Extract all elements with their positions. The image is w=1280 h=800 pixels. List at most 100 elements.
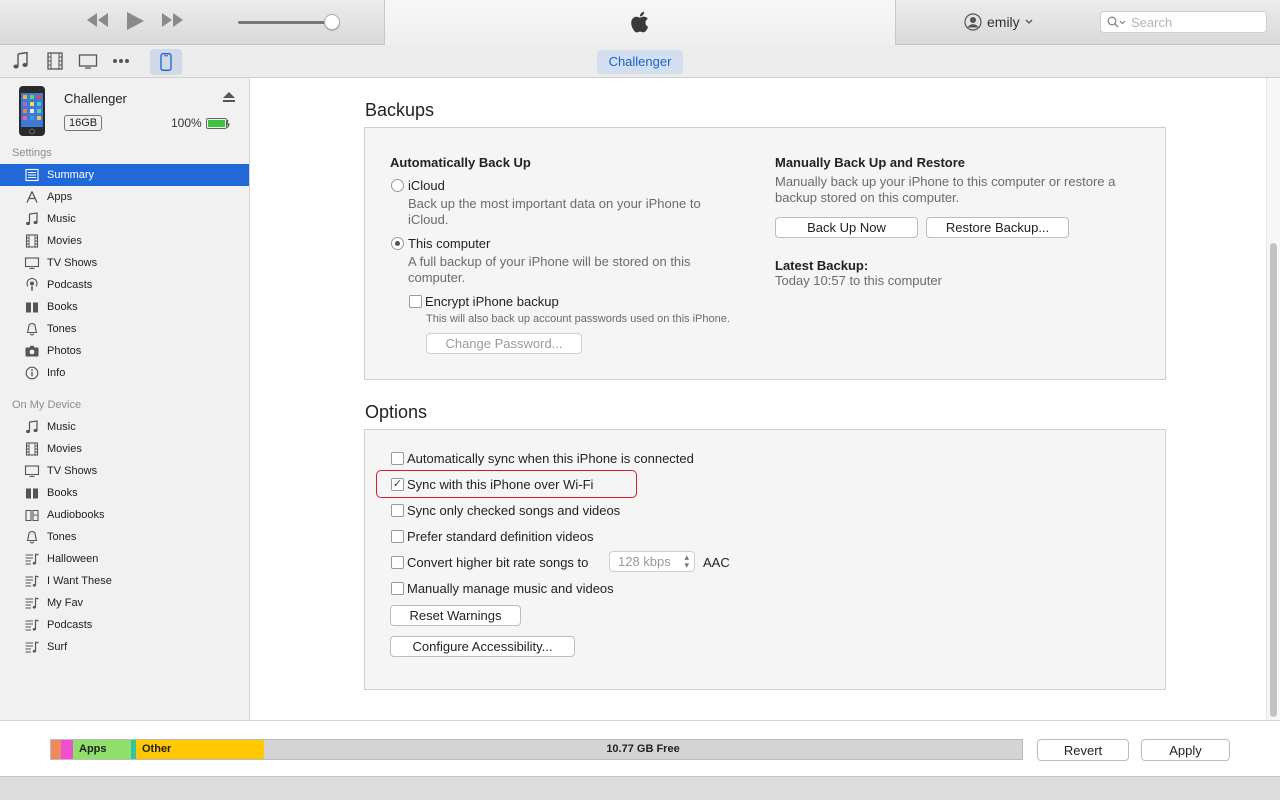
manual-manage-checkbox[interactable] <box>391 582 404 595</box>
sidebar-item-label: Movies <box>47 443 82 455</box>
standard-definition-label[interactable]: Prefer standard definition videos <box>407 529 593 544</box>
reset-warnings-button[interactable]: Reset Warnings <box>390 605 521 626</box>
scrollbar[interactable] <box>1266 78 1280 720</box>
sidebar-item-summary[interactable]: Summary <box>0 164 249 186</box>
sidebar-device-item-podcasts[interactable]: Podcasts <box>0 614 249 636</box>
sidebar-item-label: Books <box>47 487 78 499</box>
apps-segment-label: Apps <box>79 743 107 755</box>
sidebar-item-tv-shows[interactable]: TV Shows <box>0 252 249 274</box>
on-my-device-section-label: On My Device <box>12 399 82 411</box>
sidebar-device-item-movies[interactable]: Movies <box>0 438 249 460</box>
icloud-description-2: iCloud. <box>408 212 449 227</box>
encrypt-backup-description: This will also back up account passwords… <box>426 313 730 325</box>
sidebar-item-tones[interactable]: Tones <box>0 318 249 340</box>
sidebar-item-label: TV Shows <box>47 257 98 269</box>
wifi-sync-checkbox[interactable]: ✓ <box>391 478 404 491</box>
sidebar-device-item-i-want-these[interactable]: I Want These <box>0 570 249 592</box>
book-icon <box>26 488 38 499</box>
search-icon <box>1107 16 1126 28</box>
convert-bitrate-checkbox[interactable] <box>391 556 404 569</box>
icloud-label[interactable]: iCloud <box>408 178 445 193</box>
eject-icon[interactable] <box>222 91 236 103</box>
device-button[interactable] <box>150 49 182 75</box>
sidebar-device-item-halloween[interactable]: Halloween <box>0 548 249 570</box>
settings-section-label: Settings <box>12 147 52 159</box>
bitrate-format: AAC <box>703 555 730 570</box>
music-note-icon <box>26 420 38 434</box>
media-kind-bar: Challenger <box>0 45 1280 78</box>
search-box[interactable] <box>1100 11 1267 33</box>
convert-bitrate-label[interactable]: Convert higher bit rate songs to <box>407 555 588 570</box>
bitrate-value: 128 kbps <box>618 554 671 569</box>
device-tab[interactable]: Challenger <box>597 50 683 74</box>
sidebar-device-item-books[interactable]: Books <box>0 482 249 504</box>
sidebar-device-item-tones[interactable]: Tones <box>0 526 249 548</box>
encrypt-backup-label[interactable]: Encrypt iPhone backup <box>425 294 559 309</box>
device-header[interactable]: Challenger 16GB 100% <box>0 78 249 144</box>
sidebar-item-music[interactable]: Music <box>0 208 249 230</box>
standard-definition-checkbox[interactable] <box>391 530 404 543</box>
sidebar-item-label: Music <box>47 213 76 225</box>
sidebar-item-info[interactable]: Info <box>0 362 249 384</box>
rewind-icon[interactable] <box>84 11 110 33</box>
sidebar-device-item-my-fav[interactable]: My Fav <box>0 592 249 614</box>
sidebar-item-label: Tones <box>47 323 77 335</box>
sidebar-item-movies[interactable]: Movies <box>0 230 249 252</box>
volume-slider-track[interactable] <box>238 21 332 24</box>
device-name: Challenger <box>64 91 127 106</box>
latest-backup-title: Latest Backup: <box>775 258 869 273</box>
change-password-button[interactable]: Change Password... <box>426 333 582 354</box>
latest-backup-value: Today 10:57 to this computer <box>775 273 942 288</box>
checked-only-checkbox[interactable] <box>391 504 404 517</box>
audiobook-icon <box>25 509 39 522</box>
summary-icon <box>25 168 39 182</box>
restore-backup-button[interactable]: Restore Backup... <box>926 217 1069 238</box>
sidebar-device-item-surf[interactable]: Surf <box>0 636 249 658</box>
sidebar-item-label: Apps <box>47 191 73 203</box>
this-computer-label[interactable]: This computer <box>408 236 490 251</box>
tv-icon[interactable] <box>78 52 98 70</box>
bell-icon <box>26 530 38 544</box>
more-icon[interactable] <box>111 52 131 70</box>
checked-only-label[interactable]: Sync only checked songs and videos <box>407 503 620 518</box>
film-icon <box>25 234 39 248</box>
sidebar-device-item-tv-shows[interactable]: TV Shows <box>0 460 249 482</box>
footer: Apps Other 10.77 GB Free Revert Apply <box>0 720 1280 776</box>
photos-segment <box>61 740 73 759</box>
podcast-icon <box>26 278 38 291</box>
auto-sync-checkbox[interactable] <box>391 452 404 465</box>
sidebar-device-item-music[interactable]: Music <box>0 416 249 438</box>
account-menu[interactable]: emily <box>964 12 1033 32</box>
account-name: emily <box>987 14 1020 30</box>
playlist-icon <box>25 553 39 565</box>
sidebar-item-podcasts[interactable]: Podcasts <box>0 274 249 296</box>
wifi-sync-label[interactable]: Sync with this iPhone over Wi-Fi <box>407 477 593 492</box>
bitrate-select[interactable]: 128 kbps ▴ ▾ <box>609 551 695 572</box>
capacity-bar[interactable]: Apps Other 10.77 GB Free <box>50 739 1023 760</box>
icloud-radio[interactable] <box>391 179 404 192</box>
playlist-icon <box>25 597 39 609</box>
revert-button[interactable]: Revert <box>1037 739 1129 761</box>
fast-forward-icon[interactable] <box>160 11 186 33</box>
search-input[interactable] <box>1131 14 1261 30</box>
back-up-now-button[interactable]: Back Up Now <box>775 217 918 238</box>
playlist-icon <box>25 619 39 631</box>
camera-icon <box>25 345 39 357</box>
encrypt-backup-checkbox[interactable] <box>409 295 422 308</box>
sidebar-item-photos[interactable]: Photos <box>0 340 249 362</box>
sidebar-device-item-audiobooks[interactable]: Audiobooks <box>0 504 249 526</box>
status-bar <box>0 776 1280 800</box>
apply-button[interactable]: Apply <box>1141 739 1230 761</box>
play-icon[interactable] <box>124 11 146 35</box>
music-note-icon[interactable] <box>11 52 31 70</box>
volume-slider-knob[interactable] <box>324 14 340 30</box>
this-computer-radio[interactable] <box>391 237 404 250</box>
sidebar-item-books[interactable]: Books <box>0 296 249 318</box>
sidebar-item-label: TV Shows <box>47 465 98 477</box>
manual-manage-label[interactable]: Manually manage music and videos <box>407 581 614 596</box>
scrollbar-thumb[interactable] <box>1270 243 1277 717</box>
sidebar-item-apps[interactable]: Apps <box>0 186 249 208</box>
auto-sync-label[interactable]: Automatically sync when this iPhone is c… <box>407 451 694 466</box>
configure-accessibility-button[interactable]: Configure Accessibility... <box>390 636 575 657</box>
film-icon[interactable] <box>45 52 65 70</box>
